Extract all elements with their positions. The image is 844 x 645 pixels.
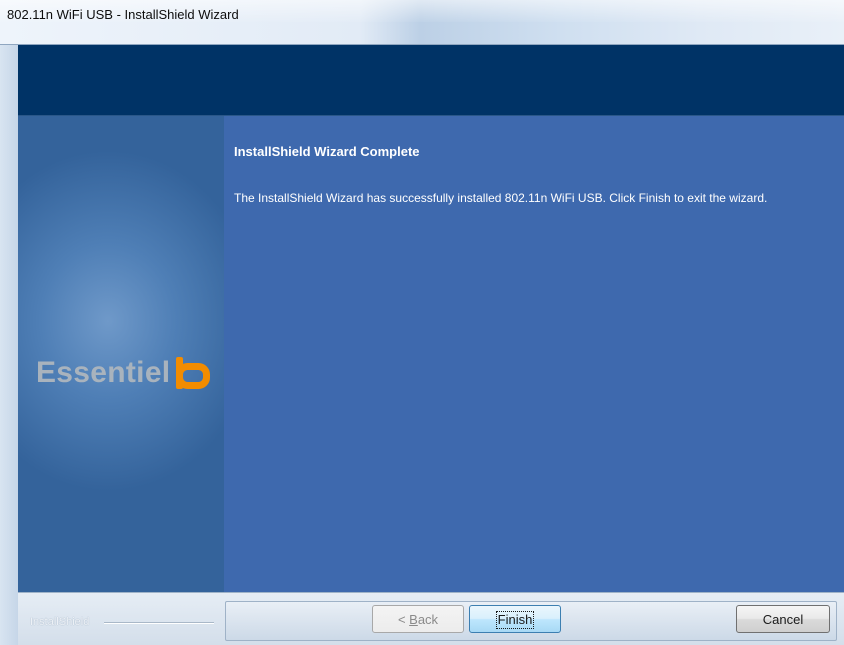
window-title: 802.11n WiFi USB - InstallShield Wizard [7,7,239,22]
page-title: InstallShield Wizard Complete [234,144,420,159]
back-button-prefix: < [397,612,410,627]
installshield-wizard-window: 802.11n WiFi USB - InstallShield Wizard … [0,0,844,645]
finish-button-label: Finish [495,611,535,629]
back-button-label: ack [417,612,439,627]
brand-logo: Essentiel [36,356,211,390]
brand-b-icon [176,357,211,389]
header-banner [18,45,844,116]
side-panel: Essentiel [18,116,224,592]
back-button-mnemonic: B [409,612,418,627]
completion-message: The InstallShield Wizard has successfull… [234,191,768,205]
finish-button[interactable]: Finish [469,605,561,633]
main-content-panel: InstallShield Wizard Complete The Instal… [224,116,844,592]
title-bar[interactable]: 802.11n WiFi USB - InstallShield Wizard [0,0,844,45]
cancel-button[interactable]: Cancel [736,605,830,633]
footer-divider [104,622,214,624]
window-left-frame [0,45,18,645]
installshield-brand-label: InstallShield [30,616,90,628]
brand-logo-text: Essentiel [36,356,171,389]
back-button[interactable]: < Back [372,605,464,633]
